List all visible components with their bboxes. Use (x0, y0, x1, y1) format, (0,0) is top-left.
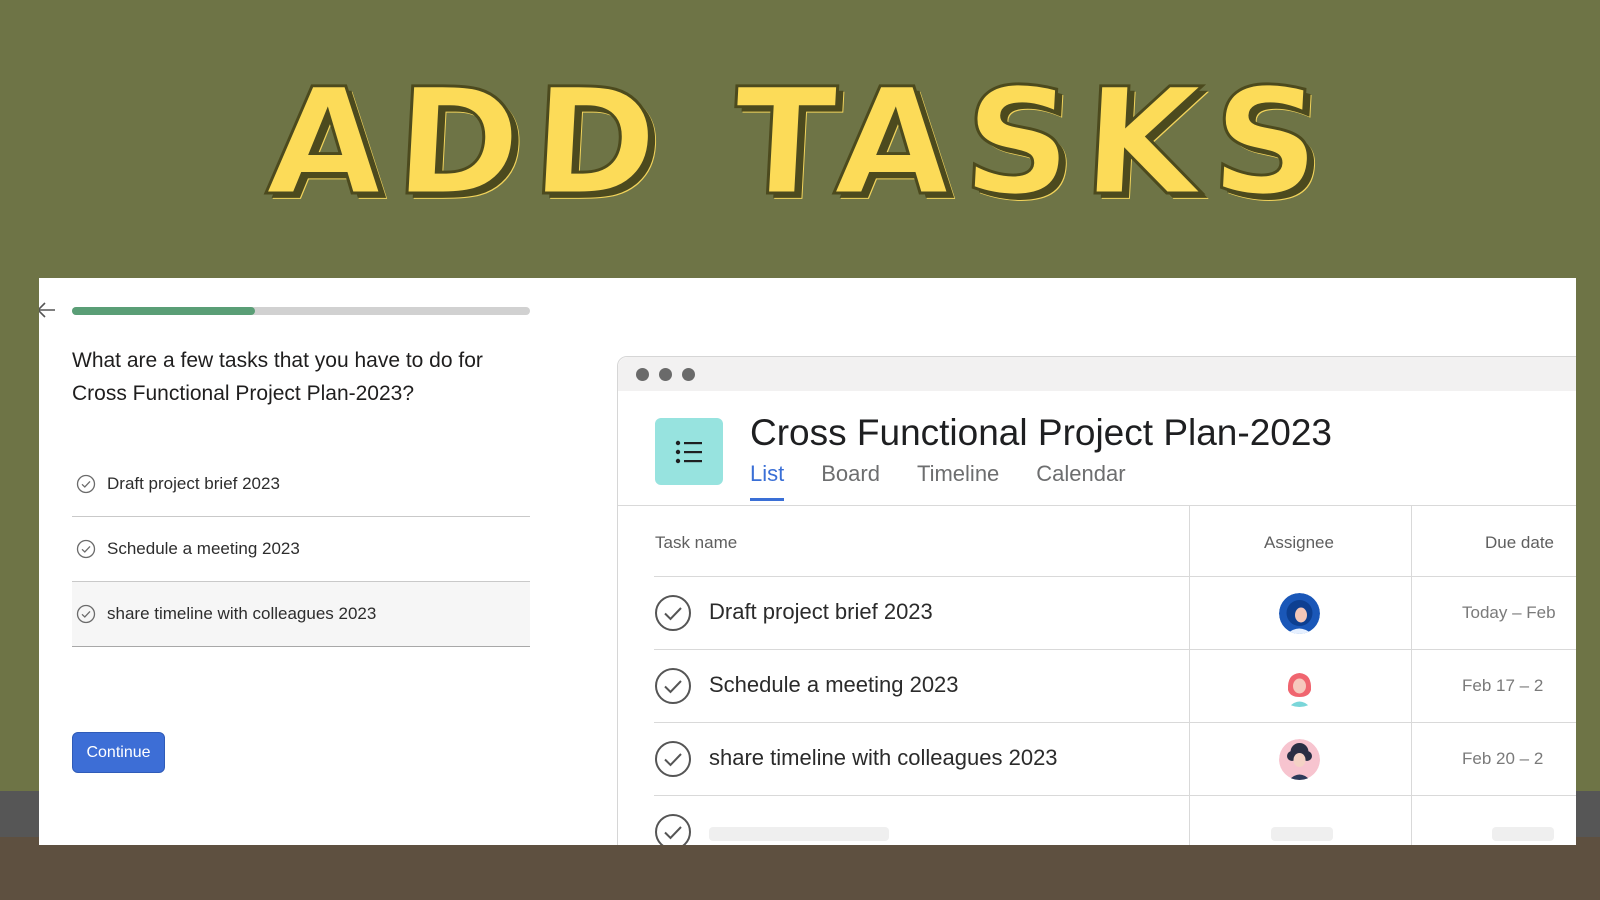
app-screenshot-frame: What are a few tasks that you have to do… (39, 278, 1576, 845)
complete-check-icon (655, 814, 691, 845)
task-name[interactable]: share timeline with colleagues 2023 (709, 745, 1058, 771)
progress-bar-fill (72, 307, 256, 315)
continue-button[interactable]: Continue (72, 732, 165, 773)
task-input-list: Draft project brief 2023 Schedule a meet… (72, 452, 530, 647)
view-tabs: List Board Timeline Calendar (750, 461, 1163, 505)
tab-timeline[interactable]: Timeline (917, 461, 999, 505)
placeholder-bar (1271, 827, 1333, 841)
assignee-avatar[interactable] (1279, 593, 1320, 634)
tab-calendar[interactable]: Calendar (1036, 461, 1125, 505)
list-icon (655, 418, 723, 485)
placeholder-bar (1492, 827, 1554, 841)
task-input-value[interactable]: share timeline with colleagues 2023 (107, 604, 376, 624)
window-titlebar (618, 357, 1576, 391)
task-row[interactable]: share timeline with colleagues 2023 Feb … (654, 722, 1576, 795)
project-preview-window: Cross Functional Project Plan-2023 List … (617, 356, 1576, 845)
task-name[interactable]: Draft project brief 2023 (709, 599, 933, 625)
placeholder-bar (709, 827, 889, 841)
due-date[interactable]: Feb 20 – 2 (1462, 749, 1543, 769)
task-input-row[interactable]: Draft project brief 2023 (72, 452, 530, 517)
complete-check-icon[interactable] (654, 594, 692, 632)
check-circle-icon (76, 604, 96, 624)
window-dot (659, 367, 672, 381)
banner-title: ADD TASKS (262, 56, 1338, 229)
question-text: What are a few tasks that you have to do… (72, 349, 483, 405)
task-input-row[interactable]: Schedule a meeting 2023 (72, 517, 530, 582)
tab-list[interactable]: List (750, 461, 785, 505)
tabs-divider (618, 505, 1576, 506)
assignee-avatar[interactable] (1279, 666, 1320, 707)
check-circle-icon (76, 539, 96, 559)
task-name[interactable]: Schedule a meeting 2023 (709, 672, 959, 698)
placeholder-task-row (654, 795, 1576, 845)
column-header-assignee[interactable]: Assignee (1264, 533, 1334, 553)
window-dot (636, 367, 649, 381)
task-row[interactable]: Schedule a meeting 2023 Feb 17 – 2 (654, 649, 1576, 722)
tab-board[interactable]: Board (821, 461, 880, 505)
assignee-avatar[interactable] (1279, 739, 1320, 780)
due-date[interactable]: Feb 17 – 2 (1462, 676, 1543, 696)
check-circle-icon (76, 474, 96, 494)
project-title: Cross Functional Project Plan-2023 (750, 412, 1333, 453)
column-header-due-date[interactable]: Due date (1485, 533, 1554, 553)
background-band-brown (0, 837, 1600, 900)
complete-check-icon[interactable] (654, 667, 692, 705)
task-input-value[interactable]: Draft project brief 2023 (107, 474, 280, 494)
task-input-value[interactable]: Schedule a meeting 2023 (107, 539, 300, 559)
task-row[interactable]: Draft project brief 2023 Today – Feb (654, 576, 1576, 649)
column-header-task-name[interactable]: Task name (655, 533, 737, 553)
progress-bar (72, 307, 530, 315)
task-input-row-active[interactable]: share timeline with colleagues 2023 (72, 582, 530, 647)
due-date[interactable]: Today – Feb (1462, 603, 1556, 623)
complete-check-icon[interactable] (654, 740, 692, 778)
window-dot (682, 367, 695, 381)
back-arrow-icon[interactable] (39, 300, 57, 320)
